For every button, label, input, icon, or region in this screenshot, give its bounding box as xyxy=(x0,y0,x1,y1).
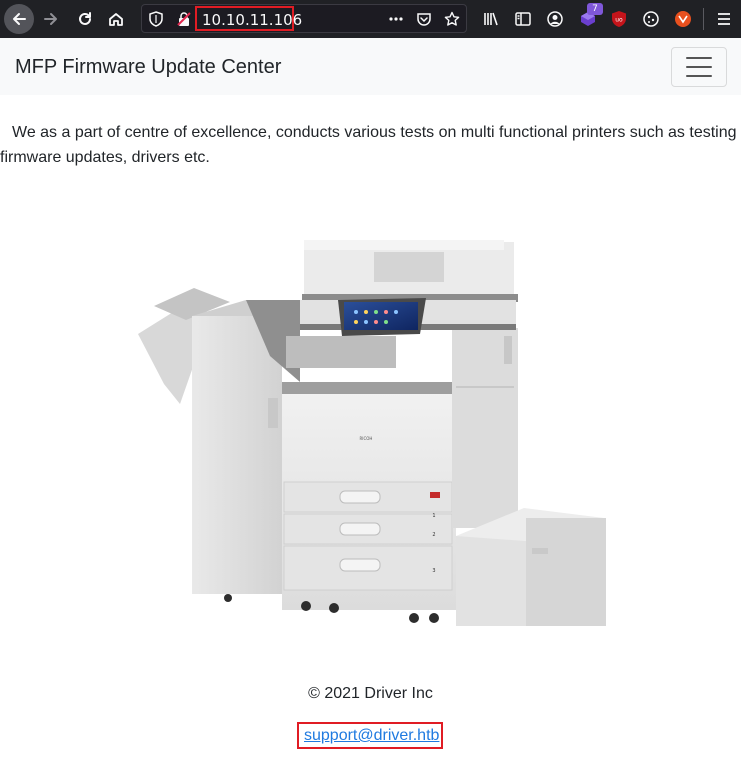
browser-toolbar: 10.10.11.106 7 uo xyxy=(0,0,741,38)
svg-text:3: 3 xyxy=(432,568,435,574)
pocket-icon[interactable] xyxy=(416,11,432,27)
home-button[interactable] xyxy=(101,4,131,34)
svg-text:1: 1 xyxy=(432,513,435,519)
toggler-bar-icon xyxy=(686,57,712,59)
intro-line-2: firmware updates, drivers etc. xyxy=(0,149,210,166)
printer-image: 1 2 3 RICOH xyxy=(138,240,606,626)
svg-text:2: 2 xyxy=(432,532,435,538)
support-link-highlight-box: support@driver.htb xyxy=(297,722,443,749)
reload-button[interactable] xyxy=(70,4,100,34)
toggler-bar-icon xyxy=(686,75,712,77)
forward-button[interactable] xyxy=(36,4,66,34)
navbar-toggle-button[interactable] xyxy=(671,47,727,87)
account-icon[interactable] xyxy=(545,9,565,29)
site-navbar: MFP Firmware Update Center xyxy=(0,38,741,95)
svg-text:uo: uo xyxy=(615,17,623,24)
cookie-icon[interactable] xyxy=(641,9,661,29)
back-button[interactable] xyxy=(4,4,34,34)
reload-icon xyxy=(79,12,91,25)
bookmark-star-icon[interactable] xyxy=(444,11,460,27)
hamburger-menu-icon[interactable] xyxy=(714,9,734,29)
arrow-right-icon xyxy=(44,13,57,25)
foxyproxy-icon[interactable] xyxy=(673,9,693,29)
sidebar-icon[interactable] xyxy=(513,9,533,29)
toggler-bar-icon xyxy=(686,66,712,68)
footer-copyright: © 2021 Driver Inc xyxy=(308,685,433,702)
ublock-icon[interactable]: uo xyxy=(609,9,629,29)
url-highlight-box: 10.10.11.106 xyxy=(195,6,302,31)
printer-logo-text: RICOH xyxy=(360,436,373,441)
more-actions-icon[interactable] xyxy=(388,11,404,27)
url-text[interactable]: 10.10.11.106 xyxy=(202,11,302,29)
intro-line-1: We as a part of centre of excellence, co… xyxy=(12,124,737,141)
library-icon[interactable] xyxy=(481,9,501,29)
toolbar-separator xyxy=(703,8,704,30)
navbar-brand[interactable]: MFP Firmware Update Center xyxy=(15,56,281,79)
insecure-lock-icon xyxy=(177,12,191,26)
support-email-link[interactable]: support@driver.htb xyxy=(304,727,439,745)
shield-icon xyxy=(149,11,163,27)
arrow-left-icon xyxy=(13,13,26,25)
extension-badge: 7 xyxy=(587,3,603,15)
home-icon xyxy=(109,13,123,26)
url-bar[interactable]: 10.10.11.106 xyxy=(141,4,467,33)
